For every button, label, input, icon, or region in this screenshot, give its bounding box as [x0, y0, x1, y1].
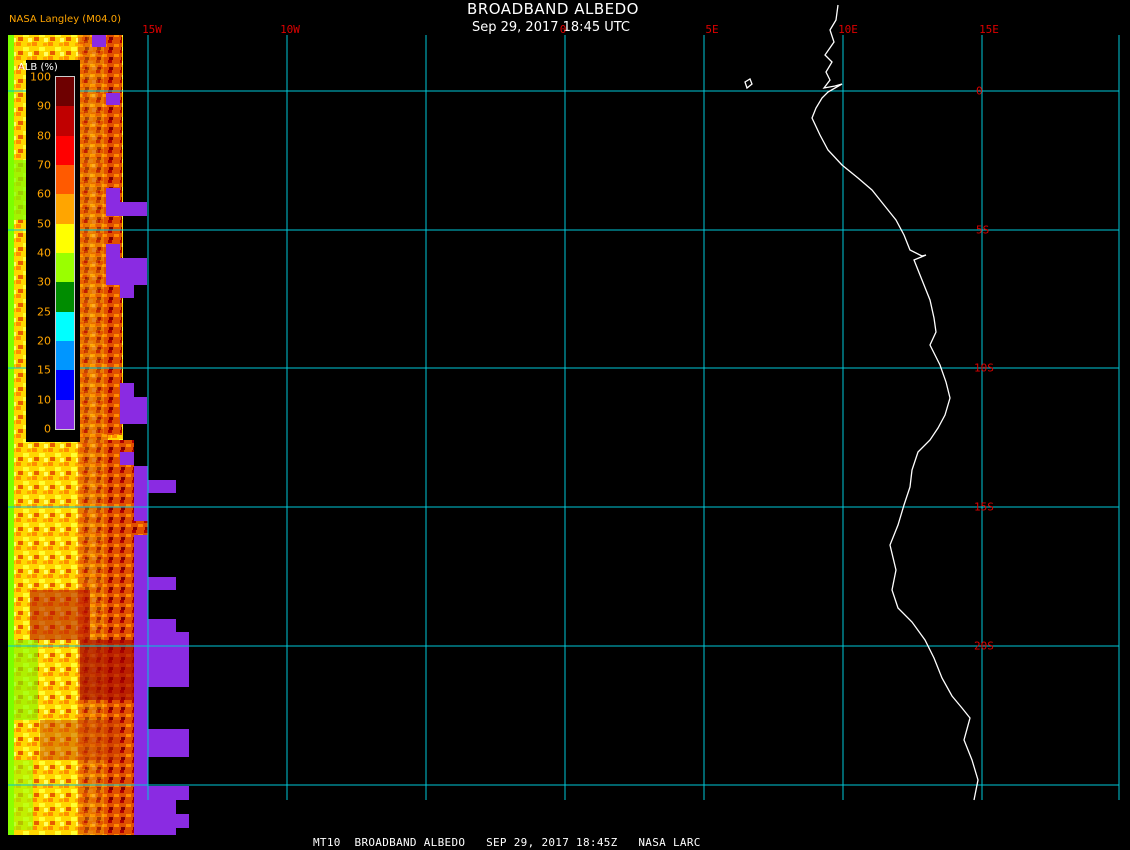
legend-tick-label: 25: [37, 305, 51, 319]
credit-label: NASA Langley (M04.0): [9, 14, 121, 25]
lon-label-15e: 15E: [979, 23, 999, 36]
legend-tick-label: 100: [30, 70, 51, 84]
legend-tick-label: 10: [37, 393, 51, 407]
legend-tick-label: 30: [37, 275, 51, 289]
legend-tick-label: 20: [37, 334, 51, 348]
footer-caption: MT10 BROADBAND ALBEDO SEP 29, 2017 18:45…: [313, 836, 701, 849]
map-timestamp: Sep 29, 2017 18:45 UTC: [471, 20, 631, 35]
legend-tick-label: 80: [37, 129, 51, 143]
lat-label-0: 0: [976, 84, 983, 98]
map-title: BROADBAND ALBEDO: [467, 0, 639, 18]
lon-label-10e: 10E: [838, 23, 858, 36]
legend-tick-label: 40: [37, 246, 51, 260]
legend-tick-label: 70: [37, 158, 51, 172]
legend-tick-label: 15: [37, 363, 51, 377]
legend-frame: [55, 76, 75, 430]
lat-label-10s: 10S: [974, 361, 994, 375]
albedo-legend: ALB (%) 100 90 80 70 60 50 40 30 25 20 15 10 0: [18, 60, 80, 442]
legend-tick-label: 90: [37, 99, 51, 113]
legend-tick-label: 60: [37, 187, 51, 201]
legend-tick-label: 0: [44, 422, 51, 436]
lat-label-20s: 20S: [974, 639, 994, 653]
lon-label-5e: 5E: [705, 23, 719, 36]
lon-label-10w: 10W: [280, 23, 300, 36]
lat-label-5s: 5S: [976, 223, 990, 237]
albedo-map: [8, 4, 1120, 835]
lon-label-0: 0: [559, 23, 567, 36]
legend-tick-label: 50: [37, 217, 51, 231]
lon-label-15w: 15W: [142, 23, 162, 36]
lat-label-15s: 15S: [974, 500, 994, 514]
coastline: [744, 4, 979, 801]
